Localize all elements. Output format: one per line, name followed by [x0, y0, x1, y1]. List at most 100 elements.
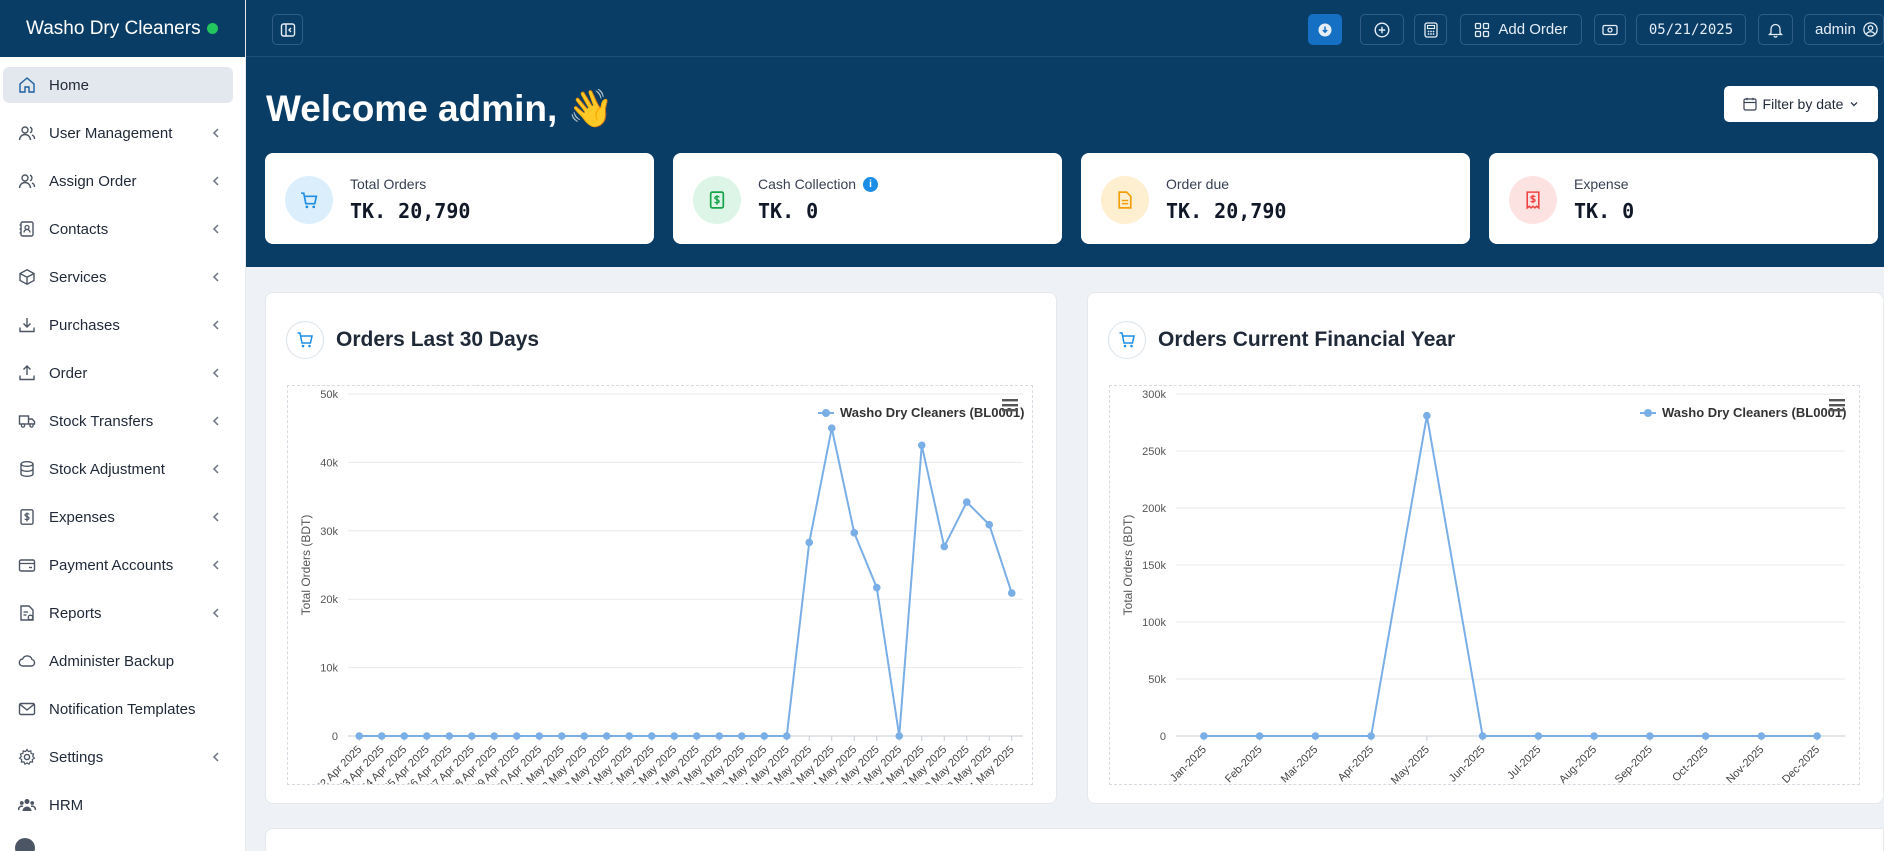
user-menu-button[interactable]: admin [1804, 14, 1884, 45]
sidebar-item-user-management[interactable]: User Management [3, 115, 233, 151]
data-point[interactable] [377, 732, 386, 740]
data-point[interactable] [1534, 732, 1543, 740]
sidebar-more-icon[interactable] [15, 838, 35, 851]
data-point[interactable] [445, 732, 454, 740]
data-point[interactable] [535, 732, 544, 740]
sidebar-item-hrm[interactable]: HRM [3, 787, 233, 823]
x-tick-label: Mar-2025 [1279, 744, 1321, 784]
data-point[interactable] [1701, 732, 1710, 740]
data-point[interactable] [827, 424, 836, 432]
data-point[interactable] [400, 732, 409, 740]
legend-label[interactable]: Washo Dry Cleaners (BL0001) [1662, 405, 1846, 420]
sidebar-item-reports[interactable]: Reports [3, 595, 233, 631]
data-point[interactable] [737, 732, 746, 740]
y-tick-label: 300k [1142, 389, 1166, 401]
sidebar-item-stock-transfers[interactable]: Stock Transfers [3, 403, 233, 439]
legend-label[interactable]: Washo Dry Cleaners (BL0001) [840, 405, 1024, 420]
data-point[interactable] [602, 732, 611, 740]
sidebar-item-administer-backup[interactable]: Administer Backup [3, 643, 233, 679]
data-point[interactable] [1478, 732, 1487, 740]
data-point[interactable] [625, 732, 634, 740]
data-point[interactable] [355, 732, 364, 740]
file-icon [1101, 176, 1149, 224]
sidebar-toggle-button[interactable] [272, 14, 303, 45]
legend-marker [1644, 409, 1652, 417]
download-button[interactable] [1308, 14, 1342, 45]
sidebar-item-label: User Management [49, 124, 173, 142]
sidebar-item-label: Stock Adjustment [49, 460, 165, 478]
data-point[interactable] [692, 732, 701, 740]
team-icon [17, 795, 37, 815]
data-point[interactable] [962, 498, 971, 506]
menu-bar [1829, 409, 1845, 412]
data-point[interactable] [512, 732, 521, 740]
sidebar-item-payment-accounts[interactable]: Payment Accounts [3, 547, 233, 583]
sidebar: Washo Dry Cleaners Home User Management As… [0, 0, 246, 851]
data-point[interactable] [985, 520, 994, 529]
data-point[interactable] [1200, 732, 1208, 740]
data-point[interactable] [1007, 589, 1016, 597]
box-icon [17, 267, 37, 287]
data-point[interactable] [670, 732, 679, 740]
data-point[interactable] [805, 538, 814, 547]
sidebar-item-contacts[interactable]: Contacts [3, 211, 233, 247]
data-point[interactable] [917, 441, 926, 450]
data-point[interactable] [782, 732, 791, 740]
filter-by-date-button[interactable]: Filter by date [1724, 86, 1878, 122]
sidebar-item-settings[interactable]: Settings [3, 739, 233, 775]
sidebar-item-home[interactable]: Home [3, 67, 233, 103]
date-button[interactable]: 05/21/2025 [1636, 14, 1746, 45]
calculator-icon [1423, 21, 1438, 38]
menu-bar [1829, 404, 1845, 407]
data-point[interactable] [1423, 411, 1431, 420]
mail-icon [17, 699, 37, 719]
info-icon[interactable]: i [863, 176, 879, 192]
stat-value: TK. 20,790 [1166, 199, 1287, 223]
brand[interactable]: Washo Dry Cleaners [0, 0, 245, 57]
data-point[interactable] [490, 732, 499, 740]
data-point[interactable] [1646, 732, 1654, 740]
sidebar-item-assign-order[interactable]: Assign Order [3, 163, 233, 199]
sidebar-item-purchases[interactable]: Purchases [3, 307, 233, 343]
gear-icon [17, 747, 37, 767]
add-order-button[interactable]: Add Order [1460, 14, 1582, 45]
data-point[interactable] [1367, 732, 1375, 740]
data-point[interactable] [872, 583, 881, 592]
y-tick-label: 10k [320, 663, 338, 675]
y-tick-label: 50k [1148, 674, 1166, 686]
x-tick-label: Dec-2025 [1780, 744, 1822, 784]
data-point[interactable] [1813, 732, 1821, 740]
data-point[interactable] [1311, 732, 1320, 740]
data-point[interactable] [940, 542, 949, 551]
data-point[interactable] [580, 732, 589, 740]
data-point[interactable] [850, 529, 859, 537]
sidebar-item-services[interactable]: Services [3, 259, 233, 295]
x-tick-label: Jan-2025 [1168, 744, 1209, 784]
data-point[interactable] [1255, 732, 1264, 740]
y-tick-label: 40k [320, 457, 338, 469]
data-point[interactable] [895, 732, 904, 740]
data-point[interactable] [760, 732, 769, 740]
sidebar-item-stock-adjustment[interactable]: Stock Adjustment [3, 451, 233, 487]
sidebar-item-expenses[interactable]: Expenses [3, 499, 233, 535]
calculator-button[interactable] [1414, 14, 1447, 45]
data-point[interactable] [467, 732, 476, 740]
chart-menu-icon[interactable] [1002, 399, 1018, 412]
data-point[interactable] [422, 732, 431, 740]
data-point[interactable] [647, 732, 656, 740]
data-point[interactable] [557, 732, 566, 740]
data-point[interactable] [715, 732, 724, 740]
notifications-button[interactable] [1758, 14, 1793, 45]
chart-area-left: 0 10k 20k 30k 40k 50k Total Orders (BDT) 22 Apr… [287, 385, 1033, 785]
menu-bar [1002, 404, 1018, 407]
next-panel [265, 828, 1884, 851]
data-point[interactable] [1757, 732, 1766, 740]
brand-name: Washo Dry Cleaners [26, 17, 201, 39]
sidebar-item-order[interactable]: Order [3, 355, 233, 391]
add-order-label: Add Order [1498, 21, 1568, 38]
add-button[interactable] [1360, 14, 1404, 45]
chart-menu-icon[interactable] [1829, 399, 1845, 412]
data-point[interactable] [1590, 732, 1598, 740]
sidebar-item-notification-templates[interactable]: Notification Templates [3, 691, 233, 727]
cash-button[interactable] [1594, 14, 1626, 45]
